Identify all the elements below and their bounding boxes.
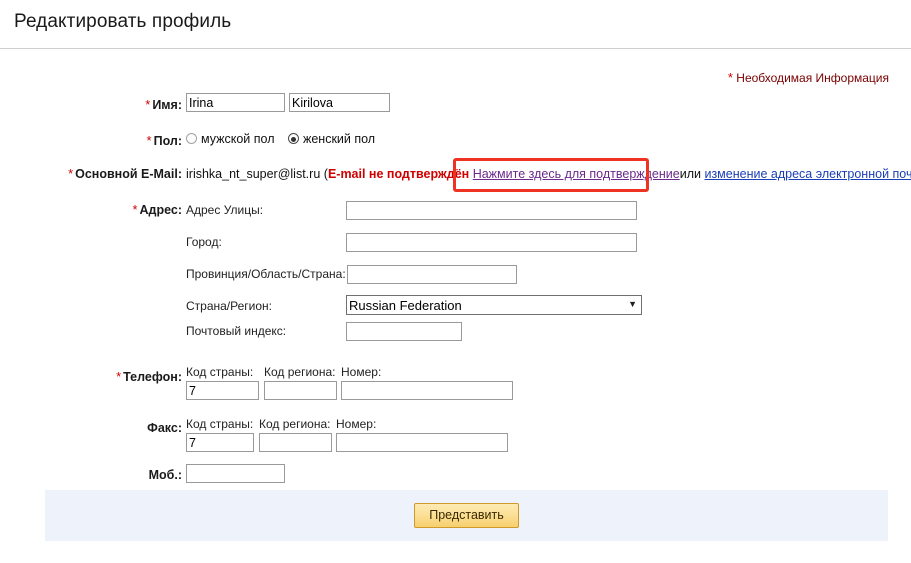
name-required-asterisk-icon: * [145, 97, 151, 112]
gender-option-male-label: мужской пол [201, 132, 275, 146]
city-input[interactable] [346, 233, 637, 252]
country-region-label: Страна/Регион: [186, 299, 273, 313]
required-information-note: * Необходимая Информация [728, 70, 889, 85]
phone-label: * Телефон: [2, 369, 182, 384]
radio-male-icon[interactable] [186, 133, 197, 144]
email-not-confirmed-warning: E-mail не подтверждён [327, 167, 470, 181]
fax-label-text: Факс: [147, 421, 182, 435]
fax-area-code-input[interactable] [259, 433, 332, 452]
country-region-select-wrapper[interactable]: Russian Federation ▼ [346, 295, 642, 315]
page-title: Редактировать профиль [14, 11, 232, 32]
radio-female-icon[interactable] [287, 133, 299, 144]
phone-area-code-label: Код региона: [264, 365, 336, 379]
mobile-label: Моб.: [2, 468, 182, 482]
gender-radio-group: мужской пол женский пол [186, 132, 385, 146]
phone-area-code-input[interactable] [264, 381, 337, 400]
email-or-text: или [679, 167, 701, 181]
submit-button[interactable]: Представить [414, 503, 519, 528]
city-label: Город: [186, 235, 222, 249]
street-address-label: Адрес Улицы: [186, 203, 264, 217]
address-required-asterisk-icon: * [132, 202, 138, 217]
fax-number-label: Номер: [336, 417, 377, 431]
required-asterisk-icon: * [727, 70, 733, 85]
name-label-text: Имя: [152, 98, 182, 112]
fax-label: Факс: [2, 421, 182, 435]
phone-required-asterisk-icon: * [116, 369, 122, 384]
email-value-line: irishka_nt_super@list.ru (E-mail не подт… [186, 167, 911, 181]
email-required-asterisk-icon: * [68, 166, 74, 181]
gender-option-female-label: женский пол [302, 132, 376, 146]
phone-number-label: Номер: [341, 365, 382, 379]
required-information-label: Необходимая Информация [736, 71, 889, 85]
email-confirm-link[interactable]: Нажмите здесь для подтверждение [473, 167, 680, 181]
province-input[interactable] [347, 265, 517, 284]
name-label: * Имя: [2, 97, 182, 112]
country-region-select[interactable]: Russian Federation [346, 295, 642, 315]
fax-area-code-label: Код региона: [259, 417, 331, 431]
address-label: * Адрес: [2, 202, 182, 217]
header-divider [0, 48, 911, 49]
phone-number-input[interactable] [341, 381, 513, 400]
first-name-input[interactable] [186, 93, 285, 112]
province-label: Провинция/Область/Страна: [186, 267, 346, 281]
mobile-label-text: Моб.: [148, 468, 182, 482]
email-label-text: Основной E-Mail: [75, 167, 182, 181]
postal-code-input[interactable] [346, 322, 462, 341]
last-name-input[interactable] [289, 93, 390, 112]
email-change-link[interactable]: изменение адреса электронной почты [704, 167, 911, 181]
fax-number-input[interactable] [336, 433, 508, 452]
mobile-input[interactable] [186, 464, 285, 483]
phone-country-code-input[interactable] [186, 381, 259, 400]
street-address-input[interactable] [346, 201, 637, 220]
gender-label: * Пол: [2, 133, 182, 148]
phone-label-text: Телефон: [123, 370, 182, 384]
fax-country-code-label: Код страны: [186, 417, 254, 431]
gender-option-female[interactable]: женский пол [287, 132, 376, 146]
phone-country-code-label: Код страны: [186, 365, 254, 379]
gender-label-text: Пол: [153, 134, 182, 148]
address-label-text: Адрес: [139, 203, 183, 217]
gender-option-male[interactable]: мужской пол [186, 132, 278, 146]
email-label: * Основной E-Mail: [2, 166, 182, 181]
fax-country-code-input[interactable] [186, 433, 254, 452]
edit-profile-page: Редактировать профиль * Необходимая Инфо… [0, 0, 911, 563]
email-address-value: irishka_nt_super@list.ru [186, 167, 321, 181]
gender-required-asterisk-icon: * [146, 133, 152, 148]
postal-code-label: Почтовый индекс: [186, 324, 287, 338]
